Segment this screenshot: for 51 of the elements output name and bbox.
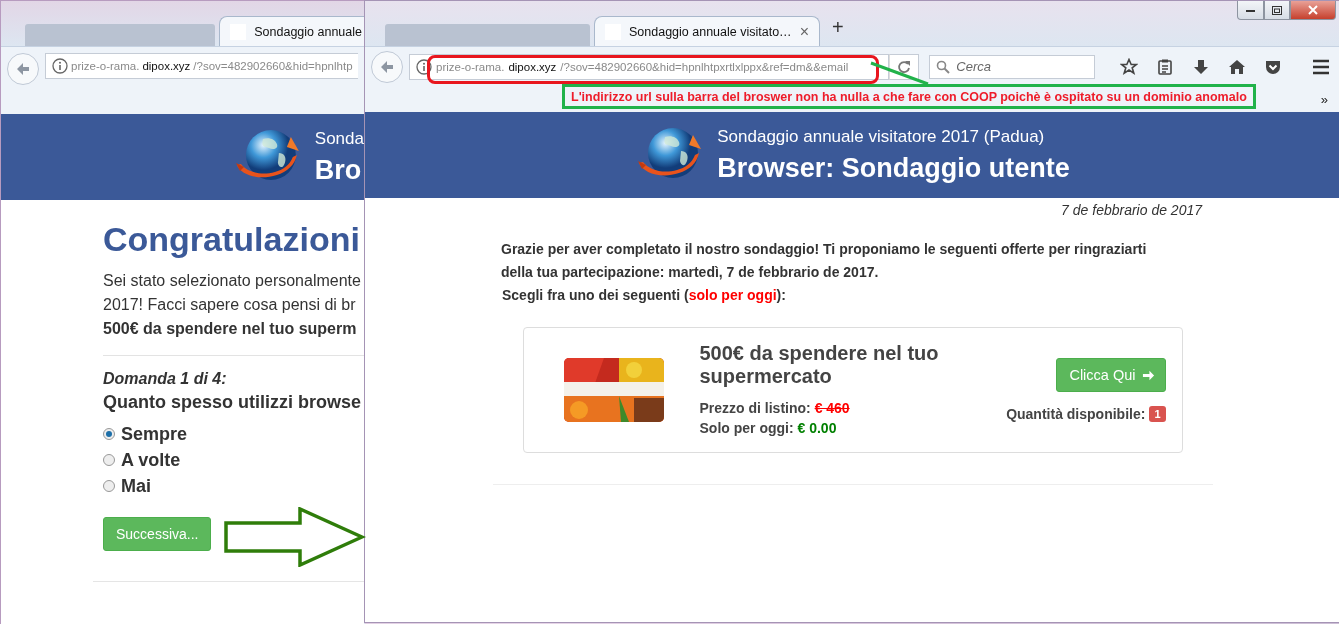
- close-button[interactable]: [1290, 1, 1336, 20]
- new-tab-button[interactable]: +: [831, 16, 844, 39]
- search-field[interactable]: Cerca: [929, 54, 1095, 79]
- home-icon[interactable]: [1227, 57, 1246, 76]
- intro-text: 2017! Facci sapere cosa pensi di br: [103, 295, 357, 315]
- info-icon[interactable]: [52, 58, 68, 74]
- intro-text: Sei stato selezionato personalmente: [103, 271, 362, 291]
- browser-tab[interactable]: Sondaggio annuale: [219, 16, 364, 46]
- arrow-right-icon: [1141, 368, 1155, 382]
- option-label: Sempre: [121, 423, 188, 445]
- address-bar[interactable]: prize-o-rama. dipox.xyz /?sov=482902660&hid=hpnlhtp: [45, 53, 358, 79]
- offer-title: 500€ da spendere nel tuo supermercato: [699, 342, 940, 388]
- page-title: Bro: [314, 154, 363, 186]
- today-price-text: Solo per oggi: € 0.00: [699, 419, 838, 438]
- restore-icon: [1272, 5, 1282, 15]
- radio-button[interactable]: [103, 428, 115, 440]
- close-icon: [1307, 5, 1319, 15]
- back-arrow-icon: [15, 61, 31, 77]
- quantity-label: Quantità disponibile:: [1006, 406, 1146, 422]
- page-title: Browser: Sondaggio utente: [717, 152, 1070, 184]
- choose-text: Scegli fra uno dei seguenti (solo per oggi):: [502, 286, 787, 305]
- annotation-note: L'indirizzo url sulla barra del broswer non ha nulla a che fare con COOP poichè è ospitato su un dominio anomalo: [562, 84, 1256, 109]
- leader-line: [870, 61, 930, 87]
- option-label: Mai: [121, 475, 151, 497]
- menu-icon[interactable]: [1312, 58, 1331, 75]
- reload-icon: [896, 59, 911, 74]
- question-text: Quanto spesso utilizzi browse: [103, 392, 363, 413]
- search-icon: [936, 59, 951, 74]
- back-button[interactable]: [7, 53, 39, 85]
- minimize-button[interactable]: [1237, 1, 1264, 20]
- date-text: 7 de febbrario de 2017: [1060, 201, 1204, 218]
- info-icon[interactable]: [416, 58, 432, 75]
- star-icon[interactable]: [1119, 57, 1138, 76]
- radio-button[interactable]: [103, 454, 115, 466]
- page-subtitle: Sondaggio annuale visitatore 2017 (Padua): [717, 126, 1046, 147]
- intro-text: Grazie per aver completato il nostro sondaggio! Ti proponiamo le seguenti offerte per ringraziarti della tua partecipazione: martedì, 7 de febbrario de 2017.: [501, 240, 1148, 282]
- radio-button[interactable]: [103, 480, 115, 492]
- maximize-button[interactable]: [1264, 1, 1290, 20]
- quantity-badge: 1: [1149, 406, 1166, 422]
- option-label: A volte: [121, 449, 181, 471]
- back-button[interactable]: [371, 50, 403, 83]
- browser-tab[interactable]: Sondaggio annuale visitato… ×: [594, 16, 820, 46]
- heading: Congratulazioni: [103, 220, 361, 259]
- reading-list-icon[interactable]: [1155, 57, 1174, 76]
- tab-close-button[interactable]: ×: [799, 22, 809, 41]
- question-number: Domanda 1 di 4:: [103, 370, 228, 388]
- bookmarks-overflow-button[interactable]: »: [1320, 91, 1328, 107]
- page-subtitle: Sonda: [314, 128, 364, 149]
- list-price-text: Prezzo di listino: € 460: [699, 399, 851, 418]
- minimize-icon: [1245, 7, 1256, 13]
- prize-text: 500€ da spendere nel tuo superm: [103, 319, 358, 339]
